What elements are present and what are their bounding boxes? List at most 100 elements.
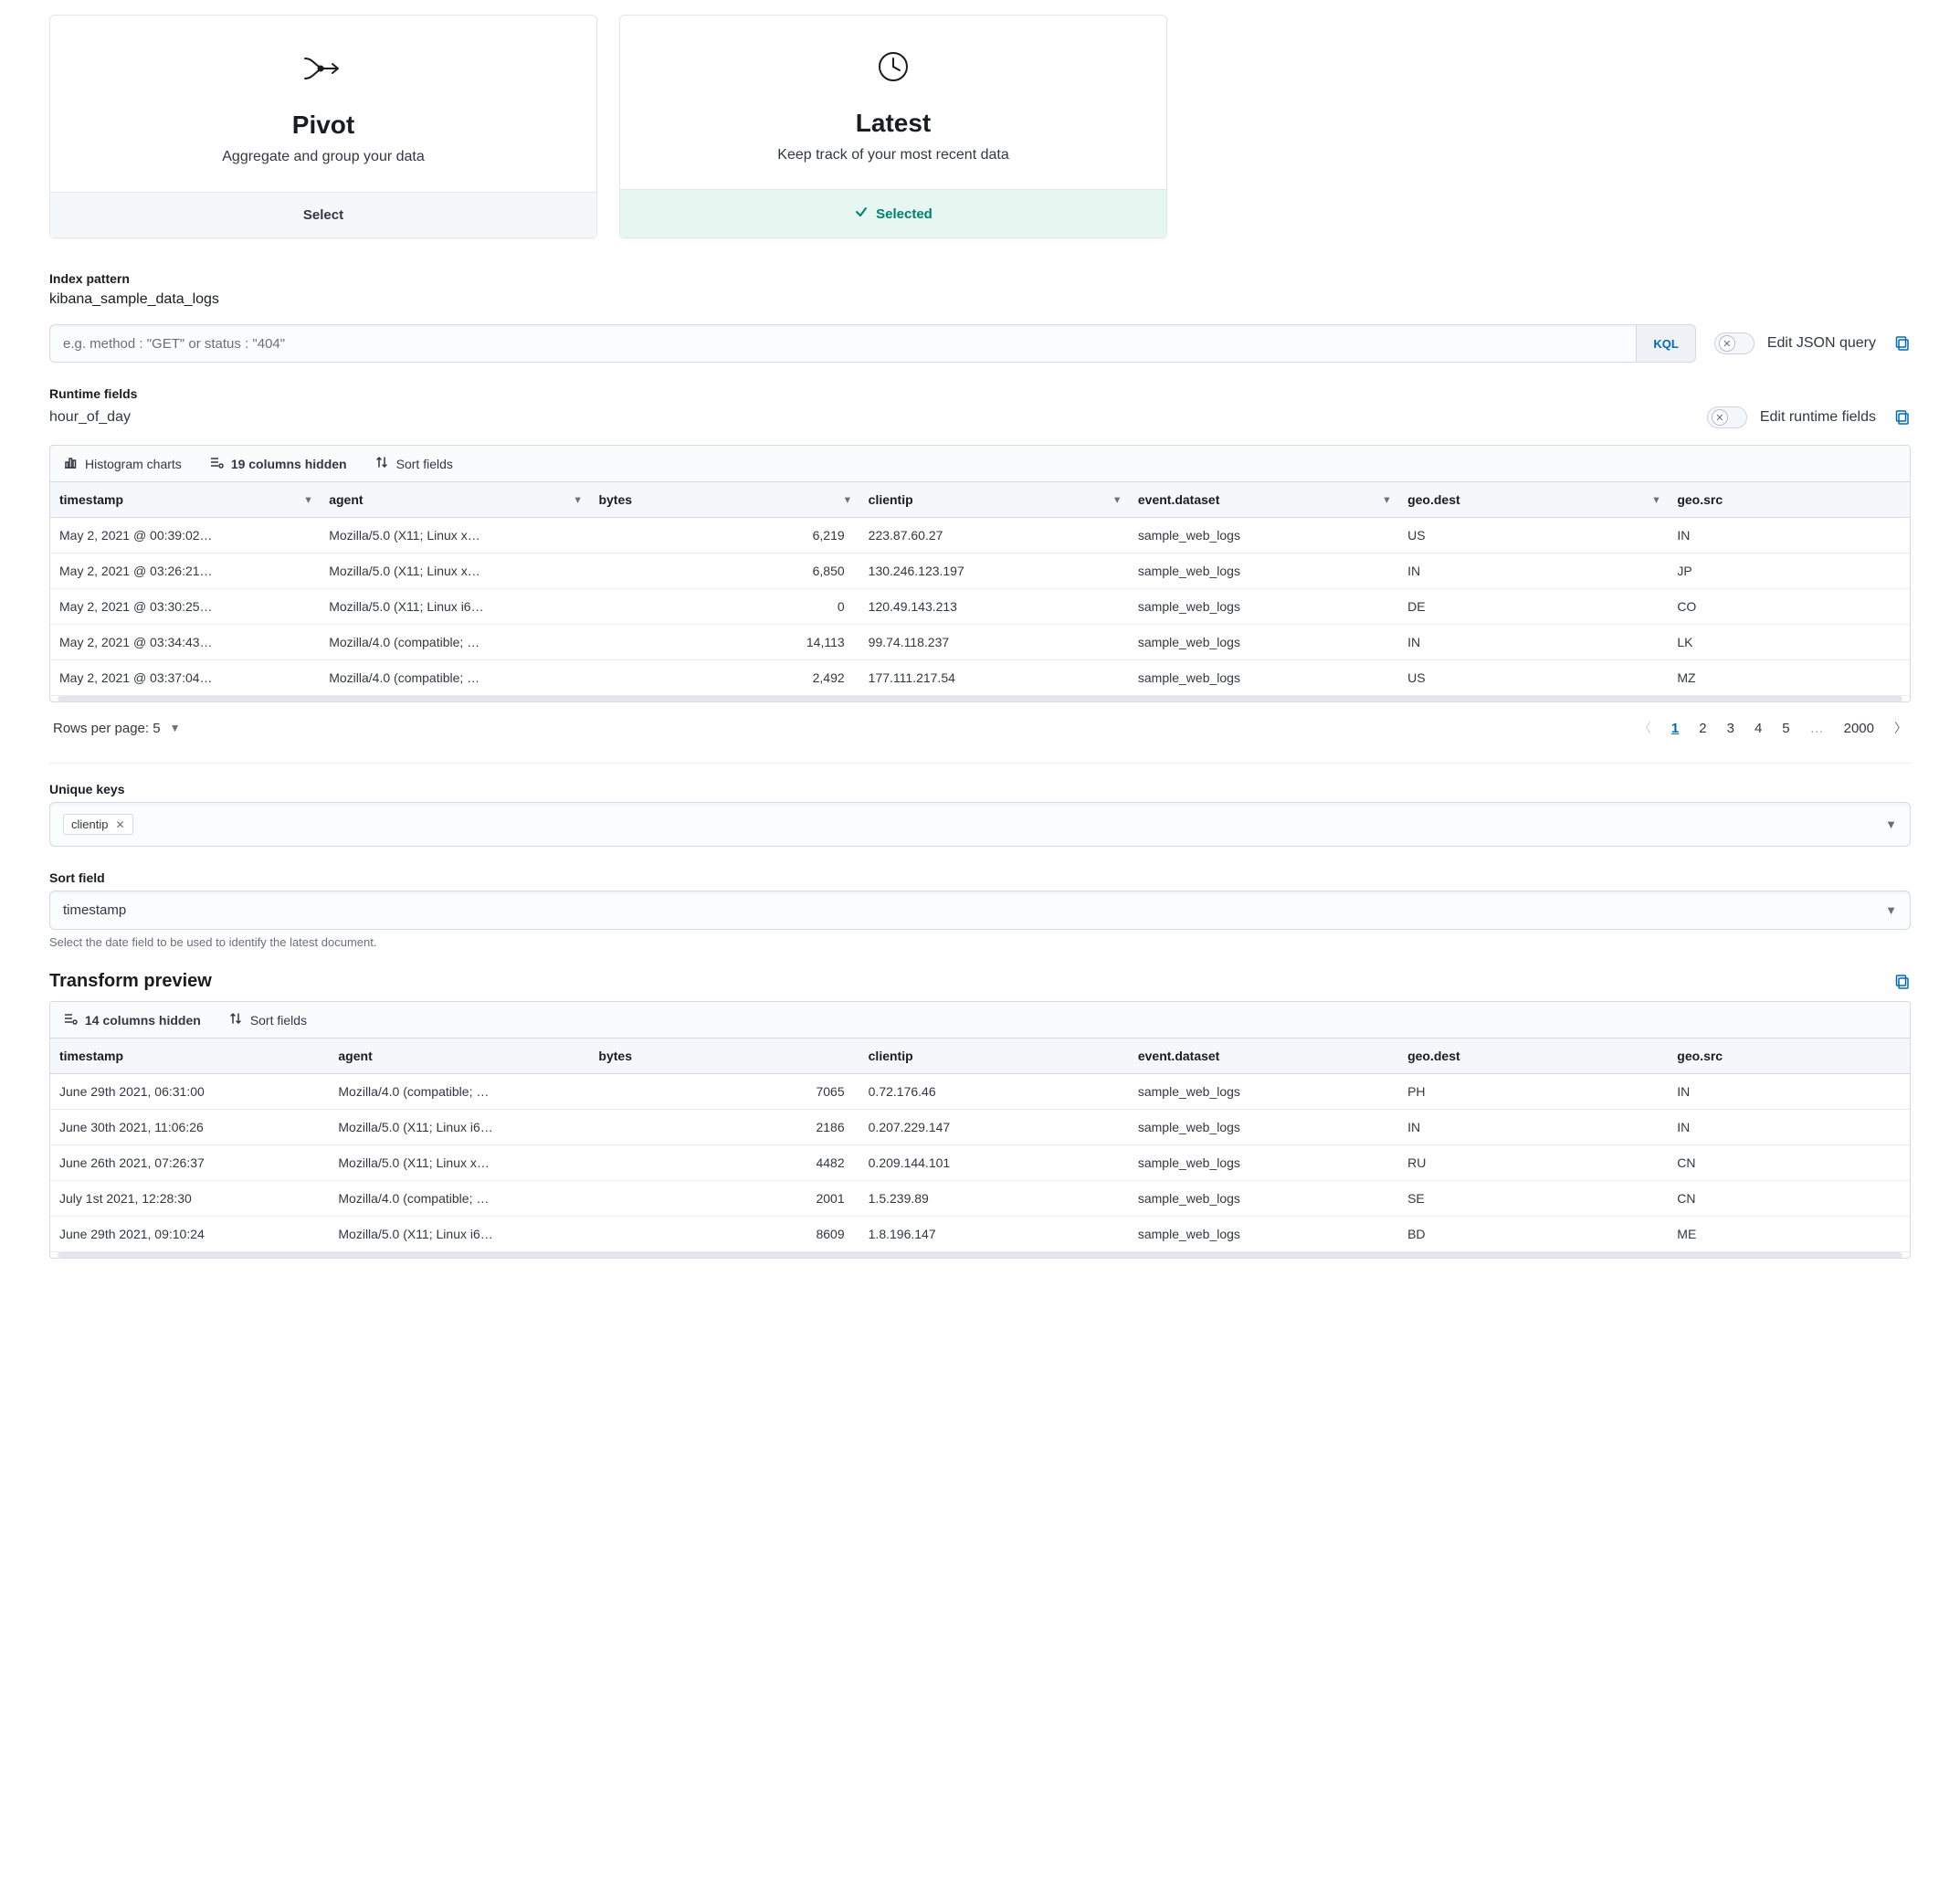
- chip-label: clientip: [71, 817, 108, 831]
- sort-field-label: Sort field: [49, 870, 1911, 885]
- grid-scrollbar[interactable]: [58, 1252, 1902, 1258]
- bar-chart-icon: [63, 455, 78, 472]
- table-cell: July 1st 2021, 12:28:30: [50, 1181, 329, 1217]
- columns-hidden-button[interactable]: 14 columns hidden: [63, 1011, 201, 1028]
- table-cell: 4482: [589, 1145, 859, 1181]
- merge-icon: [303, 48, 343, 89]
- column-header-geo-dest[interactable]: geo.dest: [1398, 1039, 1668, 1074]
- page-2000[interactable]: 2000: [1844, 721, 1874, 736]
- prev-page-button[interactable]: 〈: [1639, 719, 1651, 737]
- page-2[interactable]: 2: [1699, 721, 1706, 736]
- table-cell: CO: [1668, 589, 1910, 625]
- page-4[interactable]: 4: [1755, 721, 1762, 736]
- column-header-geo-dest[interactable]: geo.dest▾: [1398, 482, 1668, 518]
- table-row: June 29th 2021, 09:10:24Mozilla/5.0 (X11…: [50, 1217, 1910, 1252]
- card-pivot-footer[interactable]: Select: [50, 192, 596, 237]
- rows-per-page[interactable]: Rows per page: 5 ▼: [53, 721, 180, 736]
- column-header-timestamp[interactable]: timestamp: [50, 1039, 329, 1074]
- query-box: KQL: [49, 324, 1696, 363]
- column-header-geo-src[interactable]: geo.src: [1668, 1039, 1910, 1074]
- table-cell: DE: [1398, 589, 1668, 625]
- edit-json-label: Edit JSON query: [1767, 335, 1876, 352]
- query-input[interactable]: [50, 325, 1636, 362]
- edit-json-toggle[interactable]: ✕: [1714, 332, 1755, 354]
- column-header-timestamp[interactable]: timestamp▾: [50, 482, 320, 518]
- table-cell: 99.74.118.237: [859, 625, 1129, 660]
- table-cell: sample_web_logs: [1129, 1145, 1398, 1181]
- column-header-agent[interactable]: agent▾: [320, 482, 589, 518]
- table-cell: Mozilla/5.0 (X11; Linux x…: [320, 518, 589, 554]
- card-latest-footer-text: Selected: [876, 206, 933, 222]
- column-header-geo-src[interactable]: geo.src: [1668, 482, 1910, 518]
- table-cell: sample_web_logs: [1129, 589, 1398, 625]
- card-latest-footer[interactable]: Selected: [620, 189, 1166, 237]
- table-cell: June 29th 2021, 09:10:24: [50, 1217, 329, 1252]
- column-header-event-dataset[interactable]: event.dataset▾: [1129, 482, 1398, 518]
- table-row: June 30th 2021, 11:06:26Mozilla/5.0 (X11…: [50, 1110, 1910, 1145]
- table-cell: sample_web_logs: [1129, 1110, 1398, 1145]
- copy-icon[interactable]: [1894, 409, 1911, 426]
- column-header-bytes[interactable]: bytes: [589, 1039, 859, 1074]
- sort-field-select[interactable]: timestamp ▼: [49, 891, 1911, 930]
- histogram-charts-button[interactable]: Histogram charts: [63, 455, 182, 472]
- sort-label: Sort fields: [396, 457, 453, 471]
- column-header-bytes[interactable]: bytes▾: [589, 482, 859, 518]
- table-cell: sample_web_logs: [1129, 518, 1398, 554]
- page-1[interactable]: 1: [1671, 721, 1679, 736]
- table-cell: 223.87.60.27: [859, 518, 1129, 554]
- table-cell: 6,850: [589, 554, 859, 589]
- table-cell: sample_web_logs: [1129, 554, 1398, 589]
- sort-fields-button[interactable]: Sort fields: [374, 455, 453, 472]
- table-cell: IN: [1668, 1074, 1910, 1110]
- page-5[interactable]: 5: [1782, 721, 1789, 736]
- histogram-label: Histogram charts: [85, 457, 182, 471]
- table-cell: SE: [1398, 1181, 1668, 1217]
- columns-icon: [209, 455, 224, 472]
- index-pattern-label: Index pattern: [49, 271, 1911, 286]
- card-pivot[interactable]: Pivot Aggregate and group your data Sele…: [49, 15, 597, 238]
- table-cell: May 2, 2021 @ 03:30:25…: [50, 589, 320, 625]
- table-cell: JP: [1668, 554, 1910, 589]
- table-cell: RU: [1398, 1145, 1668, 1181]
- columns-hidden-button[interactable]: 19 columns hidden: [209, 455, 347, 472]
- table-cell: CN: [1668, 1181, 1910, 1217]
- unique-keys-select[interactable]: clientip ✕ ▼: [49, 802, 1911, 847]
- sort-icon: [228, 1011, 243, 1028]
- table-cell: 0: [589, 589, 859, 625]
- table-cell: 1.5.239.89: [859, 1181, 1129, 1217]
- table-cell: 7065: [589, 1074, 859, 1110]
- card-pivot-title: Pivot: [292, 111, 354, 140]
- table-row: May 2, 2021 @ 03:34:43…Mozilla/4.0 (comp…: [50, 625, 1910, 660]
- sort-label: Sort fields: [250, 1013, 307, 1028]
- next-page-button[interactable]: 〉: [1894, 719, 1907, 737]
- table-cell: 130.246.123.197: [859, 554, 1129, 589]
- table-cell: sample_web_logs: [1129, 660, 1398, 696]
- page-3[interactable]: 3: [1727, 721, 1734, 736]
- transform-preview-title: Transform preview: [49, 971, 212, 992]
- edit-runtime-toggle[interactable]: ✕: [1707, 406, 1747, 428]
- table-cell: 2186: [589, 1110, 859, 1145]
- table-cell: 120.49.143.213: [859, 589, 1129, 625]
- copy-icon[interactable]: [1894, 974, 1911, 990]
- table-cell: US: [1398, 518, 1668, 554]
- divider: [49, 763, 1911, 764]
- column-header-agent[interactable]: agent: [329, 1039, 589, 1074]
- sort-fields-button[interactable]: Sort fields: [228, 1011, 307, 1028]
- table-cell: ME: [1668, 1217, 1910, 1252]
- chip-remove-icon[interactable]: ✕: [115, 818, 124, 831]
- kql-toggle[interactable]: KQL: [1636, 325, 1694, 362]
- columns-icon: [63, 1011, 78, 1028]
- column-header-clientip[interactable]: clientip▾: [859, 482, 1129, 518]
- table-cell: May 2, 2021 @ 03:37:04…: [50, 660, 320, 696]
- grid-scrollbar[interactable]: [58, 696, 1902, 701]
- table-cell: 0.209.144.101: [859, 1145, 1129, 1181]
- card-latest[interactable]: Latest Keep track of your most recent da…: [619, 15, 1167, 238]
- column-header-clientip[interactable]: clientip: [859, 1039, 1129, 1074]
- table-cell: May 2, 2021 @ 03:34:43…: [50, 625, 320, 660]
- preview-data-grid: 14 columns hidden Sort fields timestampa…: [49, 1001, 1911, 1259]
- table-cell: June 26th 2021, 07:26:37: [50, 1145, 329, 1181]
- copy-icon[interactable]: [1894, 335, 1911, 352]
- table-cell: 14,113: [589, 625, 859, 660]
- chevron-down-icon: ▾: [306, 494, 311, 506]
- column-header-event-dataset[interactable]: event.dataset: [1129, 1039, 1398, 1074]
